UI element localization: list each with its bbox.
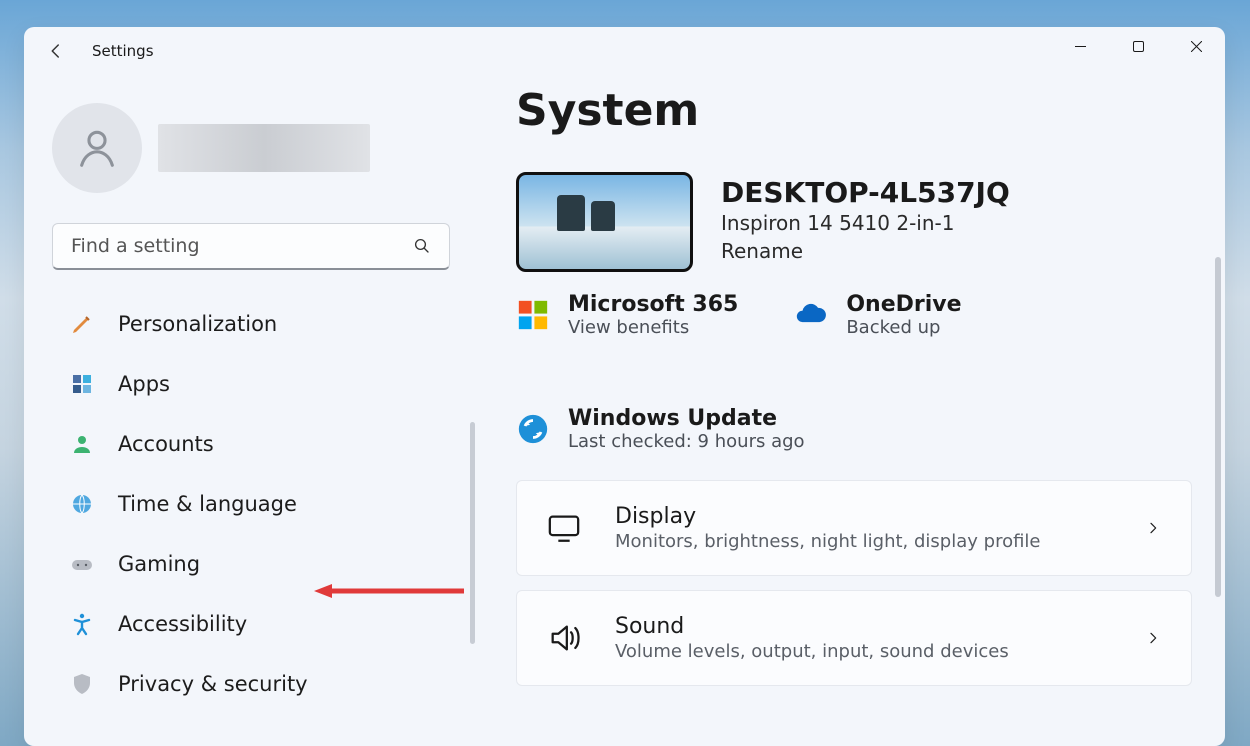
- settings-cards: Display Monitors, brightness, night ligh…: [516, 480, 1195, 686]
- card-sub: Volume levels, output, input, sound devi…: [615, 641, 1145, 662]
- card-sub: Monitors, brightness, night light, displ…: [615, 531, 1145, 552]
- minimize-icon: [1075, 41, 1086, 52]
- nav-scroll-indicator: [470, 422, 475, 644]
- vertical-scrollbar[interactable]: [1215, 257, 1221, 597]
- sidebar-item-gaming[interactable]: Gaming: [52, 534, 458, 594]
- search-icon: [413, 237, 431, 255]
- sidebar-nav: Personalization Apps Accounts: [52, 294, 458, 714]
- onedrive-icon: [794, 298, 828, 332]
- card-sound[interactable]: Sound Volume levels, output, input, soun…: [516, 590, 1192, 686]
- sidebar-item-label: Privacy & security: [118, 672, 308, 696]
- window-body: Personalization Apps Accounts: [24, 75, 1225, 746]
- device-thumbnail[interactable]: [516, 172, 693, 272]
- status-title: OneDrive: [846, 292, 961, 317]
- sidebar-item-label: Gaming: [118, 552, 200, 576]
- close-button[interactable]: [1167, 27, 1225, 65]
- sidebar-item-privacy-security[interactable]: Privacy & security: [52, 654, 458, 714]
- person-icon: [70, 432, 94, 456]
- sidebar-item-time-language[interactable]: Time & language: [52, 474, 458, 534]
- status-onedrive[interactable]: OneDrive Backed up: [794, 292, 961, 338]
- sidebar-item-accessibility[interactable]: Accessibility: [52, 594, 458, 654]
- sidebar-item-label: Personalization: [118, 312, 277, 336]
- display-icon: [547, 511, 581, 545]
- device-block: DESKTOP-4L537JQ Inspiron 14 5410 2-in-1 …: [516, 172, 1195, 272]
- chevron-right-icon: [1145, 630, 1161, 646]
- back-button[interactable]: [46, 41, 66, 61]
- main-content: System DESKTOP-4L537JQ Inspiron 14 5410 …: [476, 75, 1225, 746]
- card-display[interactable]: Display Monitors, brightness, night ligh…: [516, 480, 1192, 576]
- maximize-button[interactable]: [1109, 27, 1167, 65]
- status-microsoft-365[interactable]: Microsoft 365 View benefits: [516, 292, 738, 338]
- window-controls: [1051, 27, 1225, 65]
- windows-update-icon: [516, 412, 550, 446]
- accessibility-icon: [70, 612, 94, 636]
- status-sub: Backed up: [846, 317, 961, 338]
- settings-window: Settings: [24, 27, 1225, 746]
- page-title: System: [516, 85, 1195, 136]
- sidebar-item-accounts[interactable]: Accounts: [52, 414, 458, 474]
- sidebar-item-label: Time & language: [118, 492, 297, 516]
- back-arrow-icon: [47, 42, 65, 60]
- profile-block[interactable]: [52, 103, 458, 193]
- status-windows-update[interactable]: Windows Update Last checked: 9 hours ago: [516, 406, 1195, 452]
- sound-icon: [547, 621, 581, 655]
- avatar: [52, 103, 142, 193]
- device-model: Inspiron 14 5410 2-in-1: [721, 211, 1010, 235]
- status-sub: Last checked: 9 hours ago: [568, 431, 805, 452]
- microsoft-365-icon: [516, 298, 550, 332]
- sidebar-item-label: Apps: [118, 372, 170, 396]
- chevron-right-icon: [1145, 520, 1161, 536]
- globe-icon: [70, 492, 94, 516]
- apps-icon: [70, 372, 94, 396]
- rename-link[interactable]: Rename: [721, 239, 803, 263]
- sidebar-item-apps[interactable]: Apps: [52, 354, 458, 414]
- shield-icon: [70, 672, 94, 696]
- sidebar: Personalization Apps Accounts: [24, 75, 476, 746]
- status-title: Windows Update: [568, 406, 805, 431]
- card-title: Display: [615, 504, 1145, 529]
- device-info: DESKTOP-4L537JQ Inspiron 14 5410 2-in-1 …: [721, 172, 1010, 263]
- device-name: DESKTOP-4L537JQ: [721, 176, 1010, 209]
- card-title: Sound: [615, 614, 1145, 639]
- status-sub: View benefits: [568, 317, 738, 338]
- brush-icon: [70, 312, 94, 336]
- sidebar-item-personalization[interactable]: Personalization: [52, 294, 458, 354]
- gamepad-icon: [70, 552, 94, 576]
- person-outline-icon: [74, 125, 120, 171]
- sidebar-item-label: Accounts: [118, 432, 214, 456]
- sidebar-item-label: Accessibility: [118, 612, 247, 636]
- status-title: Microsoft 365: [568, 292, 738, 317]
- status-grid: Microsoft 365 View benefits OneDrive Bac…: [516, 292, 1195, 452]
- search-box[interactable]: [52, 223, 450, 270]
- minimize-button[interactable]: [1051, 27, 1109, 65]
- user-name-redacted: [158, 124, 370, 172]
- search-input[interactable]: [71, 235, 413, 257]
- titlebar: Settings: [24, 27, 1225, 75]
- app-title: Settings: [92, 42, 154, 60]
- close-icon: [1191, 41, 1202, 52]
- maximize-icon: [1133, 41, 1144, 52]
